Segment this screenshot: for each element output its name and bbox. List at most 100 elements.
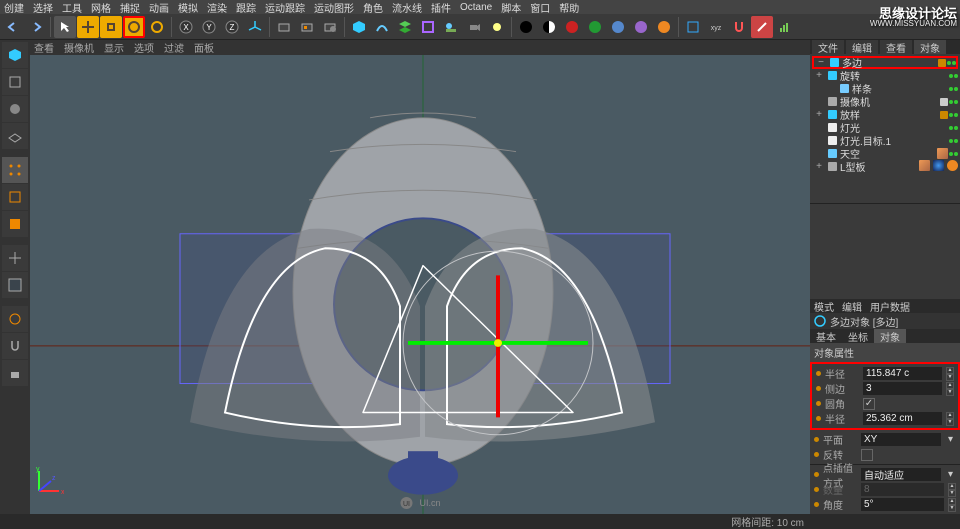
y-axis-toggle[interactable]: Y xyxy=(198,16,220,38)
tree-toggle[interactable]: + xyxy=(814,161,824,172)
menu-运动图形[interactable]: 运动图形 xyxy=(314,0,354,15)
rotate-tool[interactable] xyxy=(123,16,145,38)
primitive-button[interactable] xyxy=(348,16,370,38)
tree-item[interactable]: 样条 xyxy=(812,82,958,95)
menu-跟踪[interactable]: 跟踪 xyxy=(236,0,256,15)
spinner[interactable]: ▲▼ xyxy=(946,367,954,380)
menu-选择[interactable]: 选择 xyxy=(33,0,53,15)
panel-tab-对象[interactable]: 对象 xyxy=(914,40,946,54)
keyframe-dot[interactable] xyxy=(816,416,821,421)
deformer-button[interactable] xyxy=(417,16,439,38)
octane-half-icon[interactable] xyxy=(538,16,560,38)
tree-item[interactable]: 摄像机 xyxy=(812,95,958,108)
vpmenu-过滤[interactable]: 过滤 xyxy=(164,40,184,55)
menu-窗口[interactable]: 窗口 xyxy=(530,0,550,15)
object-tree[interactable]: −多边+旋转样条摄像机+放样灯光灯光.目标.1天空+L型板 xyxy=(810,54,960,204)
xyz-label-icon[interactable]: xyz xyxy=(705,16,727,38)
menu-角色[interactable]: 角色 xyxy=(363,0,383,15)
tree-item[interactable]: 天空 xyxy=(812,147,958,160)
axis-mode[interactable] xyxy=(2,245,28,271)
tree-item[interactable]: −多边 xyxy=(812,56,958,69)
attr-tab-坐标[interactable]: 坐标 xyxy=(842,329,874,343)
texture-mode[interactable] xyxy=(2,96,28,122)
keyframe-dot[interactable] xyxy=(814,472,819,477)
attr-value[interactable]: 自动适应 xyxy=(861,468,941,481)
polygon-mode[interactable] xyxy=(2,211,28,237)
spinner[interactable]: ▲▼ xyxy=(948,498,956,511)
keyframe-dot[interactable] xyxy=(816,401,821,406)
panel-tab-文件[interactable]: 文件 xyxy=(812,40,844,54)
menu-帮助[interactable]: 帮助 xyxy=(559,0,579,15)
3d-viewport[interactable]: xyz UI UI.cn xyxy=(30,55,810,514)
panel-tab-查看[interactable]: 查看 xyxy=(880,40,912,54)
menu-网格[interactable]: 网格 xyxy=(91,0,111,15)
menu-动画[interactable]: 动画 xyxy=(149,0,169,15)
octane-black-icon[interactable] xyxy=(515,16,537,38)
attr-menu-编辑[interactable]: 编辑 xyxy=(842,299,862,314)
scale-tool[interactable] xyxy=(100,16,122,38)
recent-tool[interactable] xyxy=(146,16,168,38)
tree-item[interactable]: +L型板 xyxy=(812,160,958,173)
octane-blue-icon[interactable] xyxy=(607,16,629,38)
stats-icon[interactable] xyxy=(774,16,796,38)
spinner[interactable]: ▲▼ xyxy=(946,382,954,395)
vpmenu-摄像机[interactable]: 摄像机 xyxy=(64,40,94,55)
undo-button[interactable] xyxy=(2,16,24,38)
menu-创建[interactable]: 创建 xyxy=(4,0,24,15)
keyframe-dot[interactable] xyxy=(814,487,819,492)
keyframe-dot[interactable] xyxy=(814,452,819,457)
menu-脚本[interactable]: 脚本 xyxy=(501,0,521,15)
select-tool[interactable] xyxy=(54,16,76,38)
viewport-solo[interactable] xyxy=(2,272,28,298)
keyframe-dot[interactable] xyxy=(816,386,821,391)
attr-menu-模式[interactable]: 模式 xyxy=(814,299,834,314)
octane-red-icon[interactable] xyxy=(561,16,583,38)
tree-item[interactable]: +放样 xyxy=(812,108,958,121)
move-tool[interactable] xyxy=(77,16,99,38)
snap-mode[interactable] xyxy=(2,333,28,359)
checkbox[interactable] xyxy=(861,449,873,461)
attr-tab-基本[interactable]: 基本 xyxy=(810,329,842,343)
x-axis-toggle[interactable]: X xyxy=(175,16,197,38)
tree-toggle[interactable]: + xyxy=(814,109,824,120)
tree-item[interactable]: +旋转 xyxy=(812,69,958,82)
octane-green-icon[interactable] xyxy=(584,16,606,38)
spinner[interactable]: ▲▼ xyxy=(946,412,954,425)
attr-value[interactable]: XY xyxy=(861,433,941,446)
attr-menu-用户数据[interactable]: 用户数据 xyxy=(870,299,910,314)
render-region-button[interactable] xyxy=(296,16,318,38)
menu-工具[interactable]: 工具 xyxy=(62,0,82,15)
attr-tab-对象[interactable]: 对象 xyxy=(874,329,906,343)
tool-red-icon[interactable] xyxy=(751,16,773,38)
tree-toggle[interactable]: − xyxy=(816,57,826,68)
generator-button[interactable] xyxy=(394,16,416,38)
workplane-mode[interactable] xyxy=(2,123,28,149)
coord-system-toggle[interactable] xyxy=(244,16,266,38)
light-button[interactable] xyxy=(486,16,508,38)
redo-button[interactable] xyxy=(25,16,47,38)
make-editable-button[interactable] xyxy=(2,42,28,68)
attr-value[interactable]: 8 xyxy=(861,483,944,496)
camera-button[interactable] xyxy=(463,16,485,38)
attr-value[interactable]: 25.362 cm xyxy=(863,412,942,425)
spline-button[interactable] xyxy=(371,16,393,38)
snap-toggle[interactable] xyxy=(728,16,750,38)
axis-gizmo[interactable]: xyz xyxy=(34,466,64,496)
octane-orange-icon[interactable] xyxy=(653,16,675,38)
keyframe-dot[interactable] xyxy=(816,371,821,376)
attr-value[interactable]: 115.847 c xyxy=(863,367,942,380)
menu-捕捉[interactable]: 捕捉 xyxy=(120,0,140,15)
menu-渲染[interactable]: 渲染 xyxy=(207,0,227,15)
render-settings-button[interactable] xyxy=(319,16,341,38)
vpmenu-查看[interactable]: 查看 xyxy=(34,40,54,55)
vpmenu-显示[interactable]: 显示 xyxy=(104,40,124,55)
attr-value[interactable]: 5° xyxy=(861,498,944,511)
vpmenu-面板[interactable]: 面板 xyxy=(194,40,214,55)
attr-value[interactable]: 3 xyxy=(863,382,942,395)
octane-purple-icon[interactable] xyxy=(630,16,652,38)
toggle-icon-1[interactable] xyxy=(682,16,704,38)
menu-Octane[interactable]: Octane xyxy=(460,2,492,13)
z-axis-toggle[interactable]: Z xyxy=(221,16,243,38)
render-view-button[interactable] xyxy=(273,16,295,38)
spinner[interactable]: ▲▼ xyxy=(948,483,956,496)
